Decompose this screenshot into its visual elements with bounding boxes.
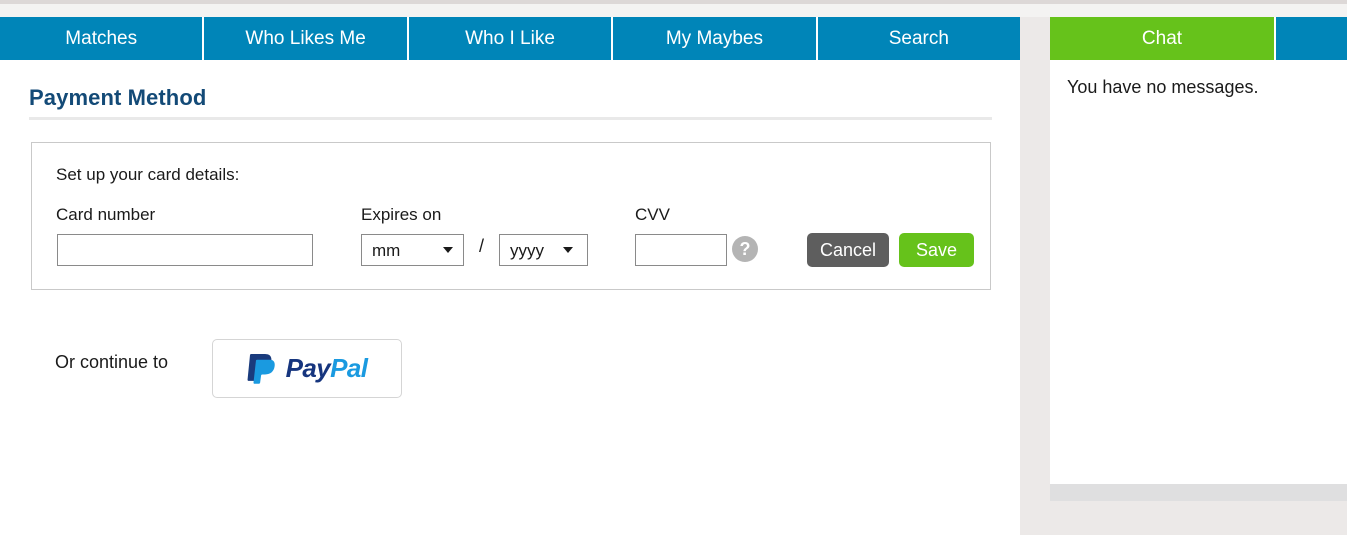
page-title: Payment Method: [29, 85, 207, 110]
main-content-column: Matches Who Likes Me Who I Like My Maybe…: [0, 17, 1020, 535]
nav-tab-who-likes-me[interactable]: Who Likes Me: [204, 17, 409, 60]
expiry-month-select[interactable]: mm: [361, 234, 464, 266]
card-details-form: Set up your card details: Card number Ex…: [31, 142, 991, 290]
cvv-label: CVV: [635, 205, 670, 224]
nav-tab-who-i-like[interactable]: Who I Like: [409, 17, 614, 60]
paypal-prefix-text: Or continue to: [55, 352, 169, 372]
paypal-logo-icon: [247, 353, 275, 384]
paypal-word-pay: Pay: [285, 353, 331, 383]
save-button[interactable]: Save: [899, 233, 975, 267]
paypal-button[interactable]: PayPal: [212, 339, 402, 398]
nav-tab-search[interactable]: Search: [818, 17, 1020, 60]
card-form-intro-text: Set up your card details:: [56, 165, 240, 184]
title-divider: [29, 117, 992, 120]
paypal-word-pal: Pal: [330, 353, 368, 383]
nav-tab-my-maybes[interactable]: My Maybes: [613, 17, 818, 60]
paypal-row: Or continue to PayPal: [0, 315, 1020, 398]
help-question-icon[interactable]: ?: [732, 236, 758, 262]
chat-footer-bar: [1050, 484, 1347, 501]
cancel-button[interactable]: Cancel: [807, 233, 890, 267]
expiry-separator: /: [479, 236, 485, 256]
chat-tabs-row: Chat: [1050, 17, 1347, 60]
card-number-label: Card number: [56, 205, 156, 224]
chat-tab[interactable]: Chat: [1050, 17, 1276, 60]
expires-on-label: Expires on: [361, 205, 442, 224]
nav-tab-matches[interactable]: Matches: [0, 17, 205, 60]
paypal-wordmark: PayPal: [286, 353, 368, 384]
card-number-input[interactable]: [57, 234, 313, 266]
chat-empty-message: You have no messages.: [1067, 77, 1259, 97]
browser-chrome-strip: [0, 4, 1347, 17]
chat-body: You have no messages.: [1050, 60, 1347, 490]
expiry-year-select[interactable]: yyyy: [499, 234, 588, 266]
primary-navigation: Matches Who Likes Me Who I Like My Maybe…: [0, 17, 1020, 60]
cvv-input[interactable]: [635, 234, 727, 266]
chat-panel: Chat You have no messages.: [1050, 17, 1347, 490]
